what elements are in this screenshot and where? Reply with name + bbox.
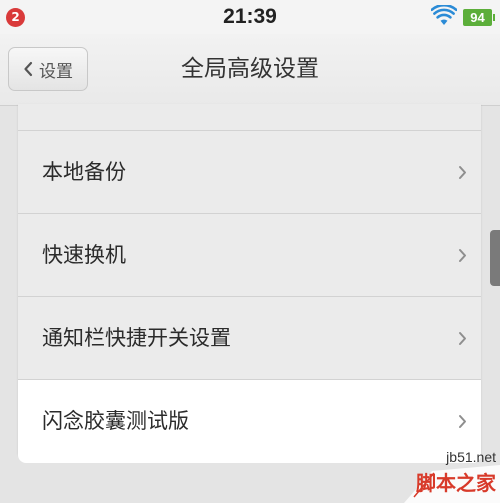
list-item-label: 本地备份 [42,160,126,184]
list-item-local-backup[interactable]: 本地备份 [18,131,481,214]
watermark: jb51.net 脚本之家 [404,447,500,503]
back-button[interactable]: 设置 [8,47,88,91]
chevron-right-icon [459,166,466,179]
list-item-label: 快速换机 [42,243,126,267]
battery-icon: 94 [463,9,495,26]
list-item-partial[interactable] [18,104,481,131]
list-item-label: 闪念胶囊测试版 [42,409,189,433]
chevron-right-icon [459,332,466,345]
scrollbar-thumb[interactable] [490,230,500,286]
chevron-right-icon [459,249,466,262]
list-item-quick-switch[interactable]: 快速换机 [18,214,481,297]
watermark-url: jb51.net [446,449,496,465]
list-item-label: 通知栏快捷开关设置 [42,326,231,350]
list-item-notification-toggles[interactable]: 通知栏快捷开关设置 [18,297,481,380]
chevron-left-icon [24,61,33,77]
watermark-brand: 脚本之家 [416,471,496,495]
status-bar: 2 21:39 94 [0,0,500,34]
back-button-label: 设置 [39,61,73,82]
wifi-icon [431,5,457,25]
settings-list: 本地备份 快速换机 通知栏快捷开关设置 闪念胶囊测试版 [18,104,481,463]
nav-bar: 全局高级设置 设置 [0,34,500,106]
status-clock: 21:39 [223,5,277,28]
chevron-right-icon [459,415,466,428]
settings-content: 本地备份 快速换机 通知栏快捷开关设置 闪念胶囊测试版 [0,104,500,503]
